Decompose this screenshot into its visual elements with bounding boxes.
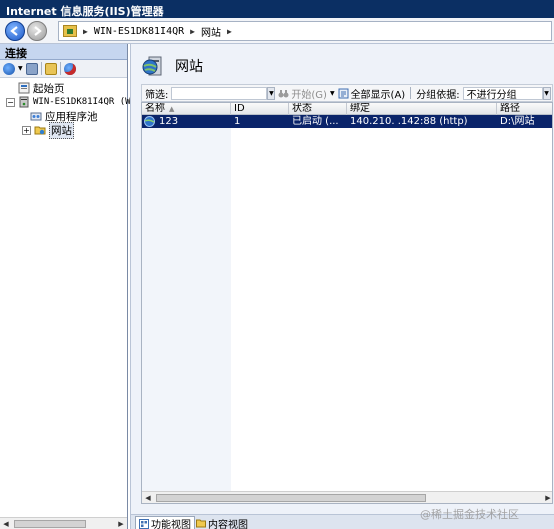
column-header-binding[interactable]: 绑定 xyxy=(347,103,497,115)
address-bar: ▶ WIN-ES1DK81I4QR ▶ 网站 ▶ xyxy=(0,18,554,44)
show-all-button[interactable]: 全部显示(A) xyxy=(335,86,409,101)
toolbar-separator xyxy=(410,87,412,99)
cell-name: 123 xyxy=(159,116,179,127)
tree-item-label: WIN-ES1DK81I4QR (WIN xyxy=(33,97,142,107)
up-folder-icon[interactable] xyxy=(44,62,57,75)
list-hscrollbar[interactable]: ◀ ▶ xyxy=(142,491,552,503)
connections-toolbar: ▼ xyxy=(0,60,127,78)
scroll-right-icon[interactable]: ▶ xyxy=(543,493,552,503)
column-header-name[interactable]: 名称 ▲ xyxy=(142,103,231,115)
toolbar-separator xyxy=(40,62,42,75)
scroll-thumb[interactable] xyxy=(156,494,426,502)
tree-item-label: 网站 xyxy=(49,121,74,139)
sites-folder-icon xyxy=(34,126,46,135)
website-globe-icon xyxy=(144,116,155,127)
tab-label: 内容视图 xyxy=(208,519,248,529)
list-header: 名称 ▲ ID 状态 绑定 路径 xyxy=(142,103,552,115)
tree-item-server[interactable]: − WIN-ES1DK81I4QR (WIN xyxy=(0,95,141,109)
breadcrumb-separator-icon: ▶ xyxy=(83,26,88,36)
cell-status: 已启动 (... xyxy=(292,116,339,127)
breadcrumb-separator-icon: ▶ xyxy=(190,26,195,36)
tab-content-view[interactable]: 内容视图 xyxy=(193,516,251,529)
group-by-label: 分组依据: xyxy=(416,89,460,101)
page-title: 网站 xyxy=(141,52,203,80)
start-filter-button[interactable]: 开始(G) xyxy=(275,86,330,101)
filter-label: 筛选: xyxy=(145,89,169,101)
expand-icon[interactable]: + xyxy=(22,125,31,135)
show-all-label: 全部显示(A) xyxy=(350,89,406,101)
collapse-icon[interactable]: − xyxy=(6,97,15,107)
start-filter-label: 开始(G) xyxy=(291,89,327,101)
filter-toolbar: 筛选: ▼ 开始(G) ▼ 全部显示(A) 分组依据: 不进行分组 ▼ xyxy=(141,84,553,102)
server-icon xyxy=(19,96,29,108)
back-button[interactable] xyxy=(5,21,25,41)
save-icon[interactable] xyxy=(25,62,38,75)
window-title: Internet 信息服务(IIS)管理器 xyxy=(0,0,554,18)
connections-tree: 起始页 − WIN-ES1DK81I4QR (WIN 应用程序池 + 网站 xyxy=(0,78,141,139)
tab-features-view[interactable]: 功能视图 xyxy=(135,516,195,529)
iis-home-icon xyxy=(63,25,77,37)
column-label: 名称 xyxy=(145,103,165,114)
breadcrumb-sites[interactable]: 网站 xyxy=(201,24,221,39)
column-header-id[interactable]: ID xyxy=(231,103,289,115)
show-all-icon xyxy=(338,88,349,98)
sort-ascending-icon: ▲ xyxy=(169,105,175,113)
cell-binding: 140.210. .142:88 (http) xyxy=(350,116,468,127)
features-view-icon xyxy=(139,518,149,529)
scroll-left-icon[interactable]: ◀ xyxy=(1,519,11,529)
column-header-path[interactable]: 路径 xyxy=(497,103,552,115)
column-header-status[interactable]: 状态 xyxy=(289,103,347,115)
group-by-dropdown-icon[interactable]: ▼ xyxy=(542,86,551,100)
scroll-left-icon[interactable]: ◀ xyxy=(143,493,153,503)
arrow-left-icon xyxy=(10,26,18,36)
sites-list: 名称 ▲ ID 状态 绑定 路径 123 1 已启动 (... 140.210. … xyxy=(141,102,553,504)
tab-label: 功能视图 xyxy=(151,520,191,529)
watermark: @稀土掘金技术社区 xyxy=(420,508,519,521)
connections-header: 连接 xyxy=(0,44,127,60)
breadcrumb-server[interactable]: WIN-ES1DK81I4QR xyxy=(94,26,184,37)
filter-dropdown-icon[interactable]: ▼ xyxy=(267,86,276,100)
sorted-column-highlight xyxy=(142,115,231,503)
filter-input[interactable] xyxy=(171,86,268,100)
cell-id: 1 xyxy=(234,116,241,127)
breadcrumb-separator-icon: ▶ xyxy=(226,26,232,36)
connect-icon[interactable] xyxy=(3,62,15,75)
cell-path: D:\网站 xyxy=(500,116,535,127)
sites-globe-icon xyxy=(142,56,162,76)
arrow-right-icon xyxy=(34,26,42,36)
tree-item-sites[interactable]: + 网站 xyxy=(0,121,127,139)
dropdown-arrow-icon[interactable]: ▼ xyxy=(18,65,23,72)
scroll-thumb[interactable] xyxy=(14,520,86,528)
connections-hscrollbar[interactable]: ◀ ▶ xyxy=(0,517,127,529)
connections-pane: 连接 ▼ 起始页 − WIN-ES1DK81I4QR (WIN 应用程序池 + … xyxy=(0,44,141,529)
scroll-right-icon[interactable]: ▶ xyxy=(116,519,126,529)
app-pool-icon xyxy=(30,112,42,121)
breadcrumb[interactable]: ▶ WIN-ES1DK81I4QR ▶ 网站 ▶ xyxy=(58,21,552,41)
start-page-icon xyxy=(18,82,30,94)
group-by-select[interactable]: 不进行分组 xyxy=(462,86,543,101)
tree-item-label: 起始页 xyxy=(33,82,65,95)
binoculars-icon xyxy=(278,89,289,97)
table-row[interactable]: 123 1 已启动 (... 140.210. .142:88 (http) D… xyxy=(142,115,552,128)
sites-pane: 网站 筛选: ▼ 开始(G) ▼ 全部显示(A) 分组依据: 不进行分组 ▼ 名… xyxy=(130,44,554,529)
forward-button[interactable] xyxy=(27,21,47,41)
page-title-text: 网站 xyxy=(175,59,203,75)
disconnect-icon[interactable] xyxy=(63,62,76,75)
tree-item-start-page[interactable]: 起始页 xyxy=(0,81,127,95)
toolbar-separator xyxy=(59,62,61,75)
content-view-icon xyxy=(196,519,206,528)
